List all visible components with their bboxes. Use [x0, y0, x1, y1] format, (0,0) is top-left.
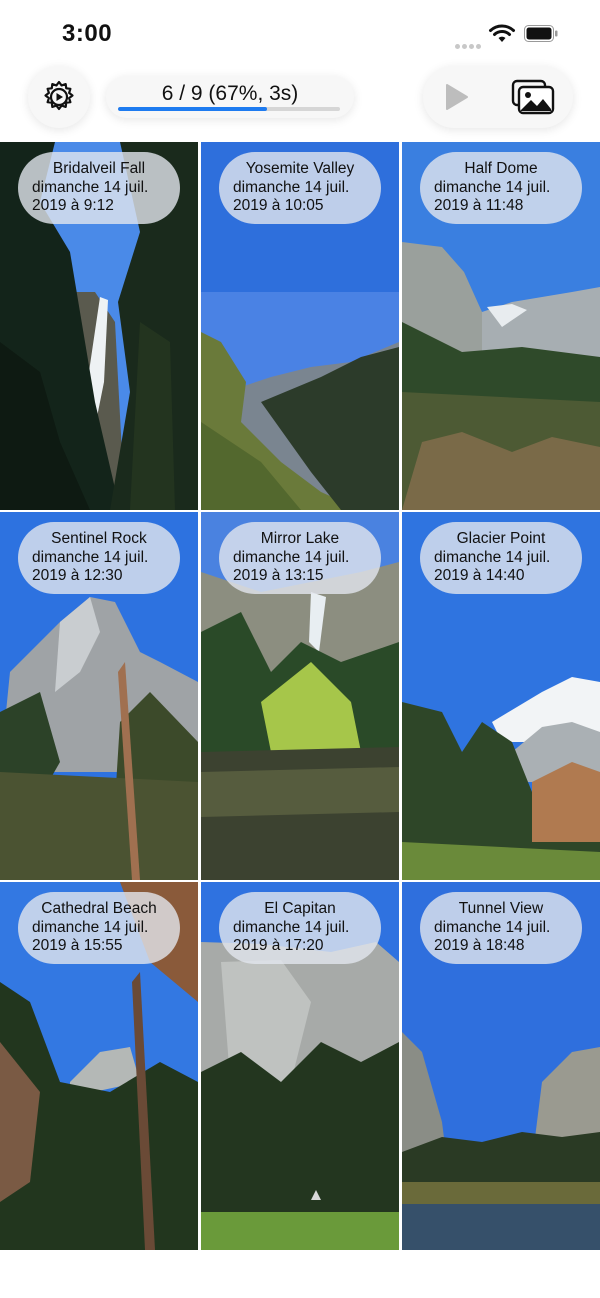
photo-cell[interactable]: Half Dome dimanche 14 juil. 2019 à 11:48: [402, 142, 600, 510]
photo-title: Sentinel Rock: [51, 530, 147, 548]
photo-title: Cathedral Beach: [41, 900, 157, 918]
battery-icon: [524, 25, 558, 42]
settings-button[interactable]: [28, 66, 90, 128]
progress-indicator: 6 / 9 (67%, 3s): [106, 76, 354, 118]
cellular-signal-icon: [455, 36, 483, 54]
photo-title: Half Dome: [464, 160, 538, 178]
photo-cell[interactable]: Tunnel View dimanche 14 juil. 2019 à 18:…: [402, 882, 600, 1250]
progress-fill: [118, 107, 267, 111]
photo-cell[interactable]: El Capitan dimanche 14 juil. 2019 à 17:2…: [201, 882, 399, 1250]
photo-title: Yosemite Valley: [245, 160, 355, 178]
photo-date: dimanche 14 juil. 2019 à 14:40: [434, 548, 551, 585]
photo-title: Tunnel View: [458, 900, 544, 918]
photo-caption: Sentinel Rock dimanche 14 juil. 2019 à 1…: [18, 522, 180, 594]
photo-cell[interactable]: Glacier Point dimanche 14 juil. 2019 à 1…: [402, 512, 600, 880]
photo-caption: Mirror Lake dimanche 14 juil. 2019 à 13:…: [219, 522, 381, 594]
photo-cell[interactable]: Cathedral Beach dimanche 14 juil. 2019 à…: [0, 882, 198, 1250]
play-icon[interactable]: [441, 82, 471, 112]
photo-caption: Bridalveil Fall dimanche 14 juil. 2019 à…: [18, 152, 180, 224]
photo-date: dimanche 14 juil. 2019 à 10:05: [233, 178, 350, 215]
photo-grid: Bridalveil Fall dimanche 14 juil. 2019 à…: [0, 142, 600, 1250]
status-time: 3:00: [62, 20, 113, 47]
photo-date: dimanche 14 juil. 2019 à 9:12: [32, 178, 149, 215]
photo-date: dimanche 14 juil. 2019 à 13:15: [233, 548, 350, 585]
wifi-icon: [489, 24, 515, 42]
action-group: [423, 66, 573, 128]
photo-cell[interactable]: Bridalveil Fall dimanche 14 juil. 2019 à…: [0, 142, 198, 510]
photo-date: dimanche 14 juil. 2019 à 18:48: [434, 918, 551, 955]
photo-caption: Glacier Point dimanche 14 juil. 2019 à 1…: [420, 522, 582, 594]
photo-caption: Half Dome dimanche 14 juil. 2019 à 11:48: [420, 152, 582, 224]
status-bar: 3:00: [0, 0, 600, 66]
photo-cell[interactable]: Sentinel Rock dimanche 14 juil. 2019 à 1…: [0, 512, 198, 880]
photo-date: dimanche 14 juil. 2019 à 17:20: [233, 918, 350, 955]
photo-date: dimanche 14 juil. 2019 à 15:55: [32, 918, 149, 955]
photo-title: Glacier Point: [456, 530, 546, 548]
photo-caption: Tunnel View dimanche 14 juil. 2019 à 18:…: [420, 892, 582, 964]
progress-track: [118, 107, 340, 111]
photo-library-icon[interactable]: [511, 79, 555, 115]
photo-caption: Cathedral Beach dimanche 14 juil. 2019 à…: [18, 892, 180, 964]
photo-caption: El Capitan dimanche 14 juil. 2019 à 17:2…: [219, 892, 381, 964]
photo-title: Mirror Lake: [260, 530, 340, 548]
photo-date: dimanche 14 juil. 2019 à 11:48: [434, 178, 551, 215]
progress-label: 6 / 9 (67%, 3s): [161, 82, 299, 105]
photo-title: El Capitan: [264, 900, 336, 918]
gear-icon: [44, 80, 74, 111]
photo-cell[interactable]: Yosemite Valley dimanche 14 juil. 2019 à…: [201, 142, 399, 510]
photo-cell[interactable]: Mirror Lake dimanche 14 juil. 2019 à 13:…: [201, 512, 399, 880]
photo-caption: Yosemite Valley dimanche 14 juil. 2019 à…: [219, 152, 381, 224]
photo-title: Bridalveil Fall: [52, 160, 146, 178]
photo-date: dimanche 14 juil. 2019 à 12:30: [32, 548, 149, 585]
